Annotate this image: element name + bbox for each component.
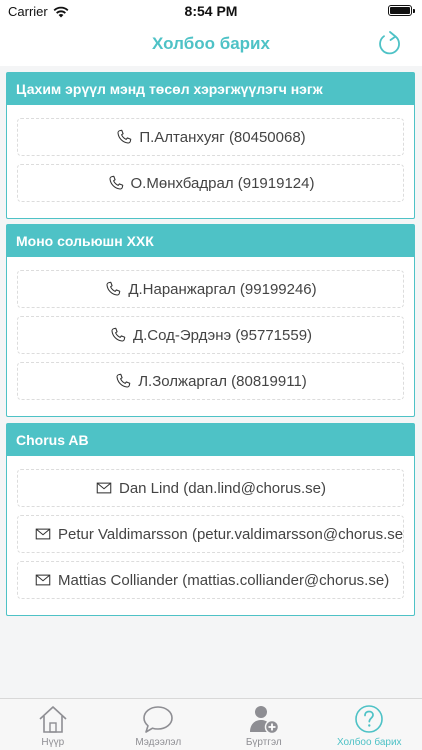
contact-list: Цахим эрүүл мэнд төсөл хэрэгжүүлэгч нэгж… [0,66,422,698]
contact-text: Petur Valdimarsson (petur.valdimarsson@c… [58,525,404,543]
status-time: 8:54 PM [184,3,238,19]
group-title: Цахим эрүүл мэнд төсөл хэрэгжүүлэгч нэгж [7,73,414,105]
contact-group-chorus: Chorus AB Dan Lind (dan.lind@chorus.se) … [6,423,415,616]
contact-group-mono-solution: Моно сольюшн ХХК Д.Наранжаргал (99199246… [6,224,415,417]
contact-text: Д.Наранжаргал (99199246) [128,280,317,298]
chat-bubble-icon [143,706,174,733]
contact-row[interactable]: Mattias Colliander (mattias.colliander@c… [17,561,404,599]
tab-news[interactable]: Мэдээлэл [106,699,212,750]
contact-row[interactable]: Д.Сод-Эрдэнэ (95771559) [17,316,404,354]
tab-label: Бүртгэл [245,737,282,748]
group-title: Chorus AB [7,424,414,456]
contact-text: П.Алтанхуяг (80450068) [139,128,306,146]
phone-icon [117,129,132,144]
battery-icon [388,5,415,16]
navigation-bar: Холбоо барих [0,22,422,66]
phone-icon [108,175,123,190]
contact-text: Л.Золжаргал (80819911) [138,372,307,390]
contact-row[interactable]: Petur Valdimarsson (petur.valdimarsson@c… [17,515,404,553]
status-bar: Carrier 8:54 PM [0,0,422,22]
phone-icon [116,373,131,388]
group-title: Моно сольюшн ХХК [7,225,414,257]
tab-bar: Нүүр Мэдээлэл Бүртгэл Холбоо барих [0,698,422,750]
tab-label: Нүүр [41,737,65,748]
contact-text: О.Мөнхбадрал (91919124) [130,174,315,192]
phone-icon [106,281,121,296]
contact-text: Mattias Colliander (mattias.colliander@c… [58,571,390,589]
contact-row[interactable]: Dan Lind (dan.lind@chorus.se) [17,469,404,507]
contact-row[interactable]: Л.Золжаргал (80819911) [17,362,404,400]
tab-home[interactable]: Нүүр [0,699,106,750]
mail-icon [96,482,112,494]
contact-group-ehealth: Цахим эрүүл мэнд төсөл хэрэгжүүлэгч нэгж… [6,72,415,219]
contact-row[interactable]: Д.Наранжаргал (99199246) [17,270,404,308]
mail-icon [35,528,51,540]
refresh-icon[interactable] [376,30,404,58]
tab-label: Холбоо барих [336,737,402,748]
page-title: Холбоо барих [152,34,270,53]
contact-text: Dan Lind (dan.lind@chorus.se) [118,479,326,497]
home-icon [39,706,67,733]
add-user-icon [249,706,279,734]
contact-text: Д.Сод-Эрдэнэ (95771559) [132,326,313,344]
contact-row[interactable]: П.Алтанхуяг (80450068) [17,118,404,156]
contact-row[interactable]: О.Мөнхбадрал (91919124) [17,164,404,202]
tab-contact[interactable]: Холбоо барих [317,699,422,750]
mail-icon [35,574,51,586]
tab-registration[interactable]: Бүртгэл [211,699,317,750]
phone-icon [111,327,126,342]
tab-label: Мэдээлэл [135,737,182,748]
help-icon [355,705,384,733]
